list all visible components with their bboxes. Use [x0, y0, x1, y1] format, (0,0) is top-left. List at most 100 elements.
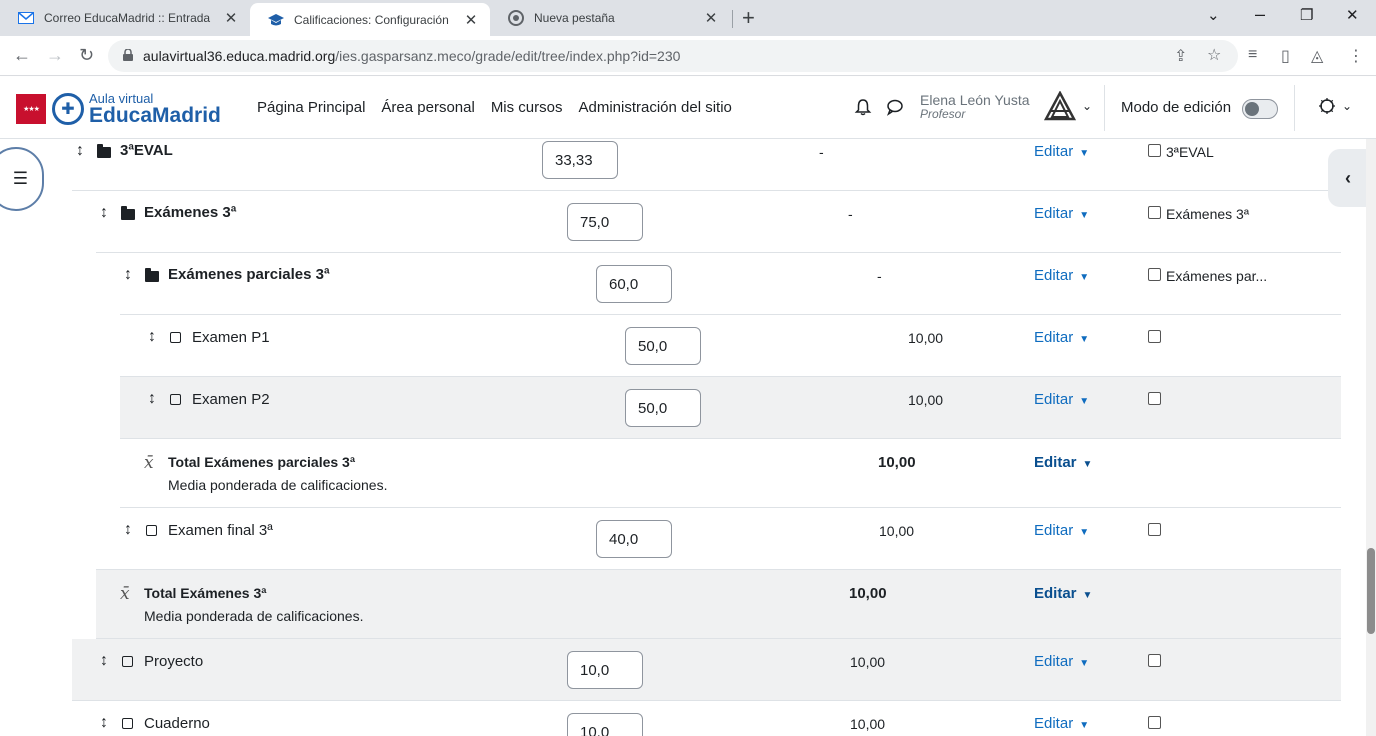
move-icon[interactable]: ↕: [76, 142, 84, 160]
grade-item-row: ↕ Examen final 3ª 40,0 10,00 Editar ▼: [96, 508, 1341, 570]
weight-input[interactable]: 75,0: [567, 203, 643, 241]
edit-label: Editar: [1034, 522, 1074, 539]
weight-input[interactable]: 60,0: [596, 265, 672, 303]
close-icon[interactable]: ✕: [462, 11, 480, 29]
back-icon[interactable]: ←: [13, 45, 31, 66]
select-label: Exámenes 3ª: [1166, 206, 1250, 222]
tab-separator: [732, 10, 733, 28]
tab-nueva[interactable]: Nueva pestaña ✕: [490, 0, 730, 36]
chevron-down-icon: ▼: [1079, 334, 1090, 345]
max-grade: 10,00: [850, 716, 886, 732]
reading-list-icon[interactable]: ≡: [1248, 46, 1257, 64]
edit-menu[interactable]: Editar ▼: [1034, 205, 1089, 222]
settings-chevron-icon[interactable]: ⌄: [1342, 99, 1352, 113]
move-icon[interactable]: ↕: [148, 328, 156, 346]
weight-input[interactable]: 10,0: [567, 651, 643, 689]
edit-label: Editar: [1034, 454, 1077, 471]
grade-category-row: ↕ Exámenes parciales 3ª 60,0 - Editar ▼ E…: [120, 253, 1341, 315]
max-grade: -: [819, 144, 824, 160]
divider: [1294, 85, 1295, 131]
notifications-bell-icon[interactable]: [854, 98, 872, 121]
item-name: Cuaderno: [144, 715, 210, 732]
reload-icon[interactable]: ↻: [79, 45, 94, 66]
category-name: Exámenes 3ª: [144, 204, 237, 221]
select-checkbox[interactable]: [1148, 392, 1161, 405]
menu-item-dashboard[interactable]: Área personal: [381, 99, 474, 116]
select-checkbox[interactable]: [1148, 654, 1161, 667]
menu-item-my-courses[interactable]: Mis cursos: [491, 99, 563, 116]
lock-icon: [123, 49, 133, 61]
edit-menu[interactable]: Editar ▼: [1034, 454, 1092, 471]
move-icon[interactable]: ↕: [124, 266, 132, 284]
weight-input[interactable]: 50,0: [625, 389, 701, 427]
edit-mode-toggle[interactable]: [1242, 99, 1278, 119]
avatar[interactable]: [1044, 91, 1076, 123]
block-drawer-toggle[interactable]: ‹: [1328, 149, 1368, 207]
weight-input[interactable]: 40,0: [596, 520, 672, 558]
select-checkbox[interactable]: [1148, 523, 1161, 536]
window-close-icon[interactable]: ✕: [1346, 6, 1359, 24]
divider: [1104, 85, 1105, 131]
tab-calificaciones[interactable]: Calificaciones: Configuración ✕: [250, 3, 490, 36]
scrollbar[interactable]: [1366, 139, 1376, 736]
max-grade: -: [877, 268, 882, 284]
list-icon: ☰: [12, 169, 28, 188]
grade-category-row: ↕ 3ªEVAL 33,33 - Editar ▼ 3ªEVAL: [72, 139, 1341, 191]
forward-icon[interactable]: →: [46, 45, 64, 66]
move-icon[interactable]: ↕: [100, 652, 108, 670]
side-panel-icon[interactable]: ▯: [1281, 46, 1290, 66]
user-menu[interactable]: Elena León Yusta Profesor: [920, 92, 1030, 122]
accessibility-settings-icon[interactable]: [1318, 97, 1336, 120]
tab-correo[interactable]: Correo EducaMadrid :: Entrada ✕: [0, 0, 250, 36]
aggregation-description: Media ponderada de calificaciones.: [144, 608, 364, 624]
user-menu-chevron-icon[interactable]: ⌄: [1082, 99, 1092, 113]
restore-icon[interactable]: ❐: [1300, 6, 1313, 24]
menu-item-home[interactable]: Página Principal: [257, 99, 365, 116]
profile-icon[interactable]: ◬: [1311, 46, 1323, 66]
chevron-down-icon: ▼: [1079, 720, 1090, 731]
item-name: Proyecto: [144, 653, 204, 670]
edit-menu[interactable]: Editar ▼: [1034, 267, 1089, 284]
max-grade: -: [848, 206, 853, 222]
move-icon[interactable]: ↕: [124, 521, 132, 539]
chevron-down-icon: ▼: [1079, 148, 1090, 159]
select-checkbox[interactable]: [1148, 330, 1161, 343]
share-icon[interactable]: ⇪: [1174, 46, 1187, 66]
folder-icon: [121, 206, 135, 220]
weight-input[interactable]: 33,33: [542, 141, 618, 179]
course-index-toggle[interactable]: ☰: [0, 147, 44, 211]
weight-input[interactable]: 50,0: [625, 327, 701, 365]
weight-input[interactable]: 10,0: [567, 713, 643, 736]
select-checkbox[interactable]: [1148, 716, 1161, 729]
new-tab-icon[interactable]: +: [742, 5, 755, 31]
edit-menu[interactable]: Editar ▼: [1034, 391, 1089, 408]
select-checkbox[interactable]: [1148, 144, 1161, 157]
aggregation-mean-icon: x̄: [120, 584, 130, 604]
folder-icon: [97, 144, 111, 158]
close-icon[interactable]: ✕: [222, 9, 240, 27]
minimize-icon[interactable]: –: [1255, 4, 1265, 25]
select-checkbox[interactable]: [1148, 206, 1161, 219]
tab-search-chevron-icon[interactable]: ⌄: [1207, 6, 1220, 24]
address-bar[interactable]: aulavirtual36.educa.madrid.org/ies.gaspa…: [108, 40, 1238, 72]
move-icon[interactable]: ↕: [100, 714, 108, 732]
edit-menu[interactable]: Editar ▼: [1034, 143, 1089, 160]
close-icon[interactable]: ✕: [702, 9, 720, 27]
menu-item-site-admin[interactable]: Administración del sitio: [579, 99, 732, 116]
bookmark-star-icon[interactable]: ☆: [1207, 45, 1221, 65]
grade-item-icon: [170, 394, 181, 405]
select-checkbox[interactable]: [1148, 268, 1161, 281]
move-icon[interactable]: ↕: [148, 390, 156, 408]
edit-label: Editar: [1034, 205, 1074, 222]
site-navbar: ★★★ ✚ Aula virtual EducaMadrid Página Pr…: [0, 77, 1376, 139]
messages-chat-icon[interactable]: [886, 98, 904, 121]
move-icon[interactable]: ↕: [100, 204, 108, 222]
site-logo[interactable]: ★★★ ✚ Aula virtual EducaMadrid: [16, 92, 221, 126]
edit-menu[interactable]: Editar ▼: [1034, 522, 1089, 539]
edit-menu[interactable]: Editar ▼: [1034, 715, 1089, 732]
edit-menu[interactable]: Editar ▼: [1034, 585, 1092, 602]
scrollbar-thumb[interactable]: [1367, 548, 1375, 634]
more-menu-icon[interactable]: ⋮: [1348, 46, 1364, 66]
edit-menu[interactable]: Editar ▼: [1034, 329, 1089, 346]
edit-menu[interactable]: Editar ▼: [1034, 653, 1089, 670]
